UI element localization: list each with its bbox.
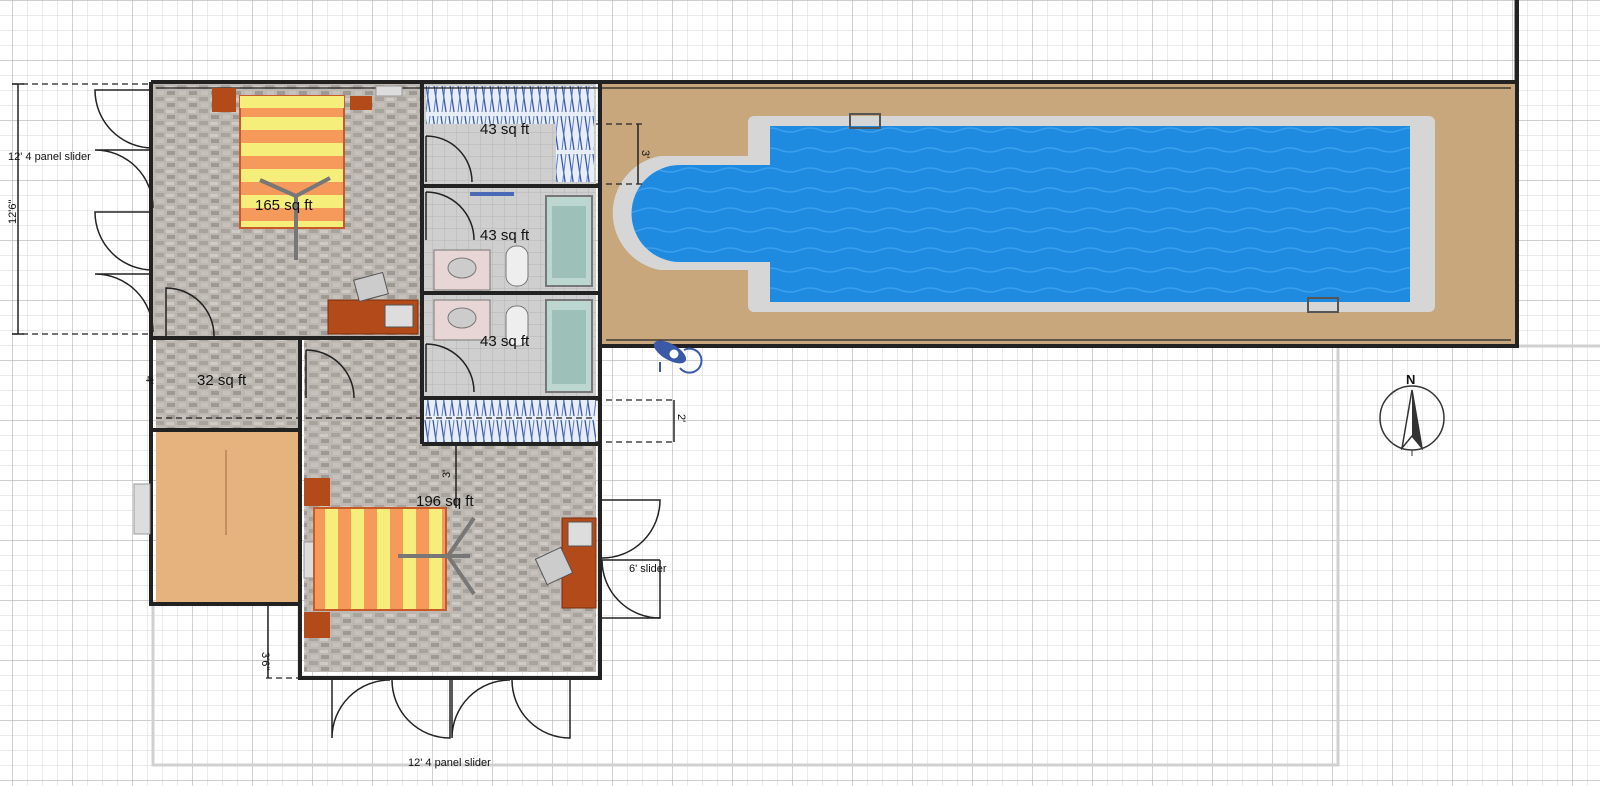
dim-hall-gap: 4': [143, 376, 155, 384]
door-label-left-slider: 12' 4 panel slider: [8, 151, 91, 163]
dim-left-height: 12'6": [7, 200, 19, 224]
room-area-hall: 32 sq ft: [197, 372, 247, 389]
room-area-bath-2: 43 sq ft: [480, 333, 530, 350]
door-label-right-slider: 6' slider: [629, 563, 667, 575]
radiator: [133, 483, 151, 535]
door-label-bottom-slider: 12' 4 panel slider: [408, 757, 491, 769]
closet-top-hanging-side: [556, 124, 594, 182]
bedroom-2-floor-upper: [304, 340, 422, 444]
room-area-bath-1: 43 sq ft: [480, 227, 530, 244]
dim-closet-2: 2': [675, 414, 687, 422]
compass-north-label: N: [1406, 372, 1415, 387]
closet-top-hanging: [426, 86, 594, 124]
closet-2-hanging: [424, 400, 596, 442]
room-area-closet-top: 43 sq ft: [480, 121, 530, 138]
dim-closet-depth: 3': [639, 150, 651, 158]
dim-bedroom2-offset: 3': [441, 470, 453, 478]
room-area-bedroom-2: 196 sq ft: [416, 493, 474, 510]
floor-plan: 165 sq ft 43 sq ft 43 sq ft 43 sq ft 32 …: [0, 0, 1600, 786]
storage-floor: [156, 432, 300, 602]
room-area-bedroom-1: 165 sq ft: [255, 197, 313, 214]
dim-bottom-step: 3'6": [259, 652, 271, 670]
